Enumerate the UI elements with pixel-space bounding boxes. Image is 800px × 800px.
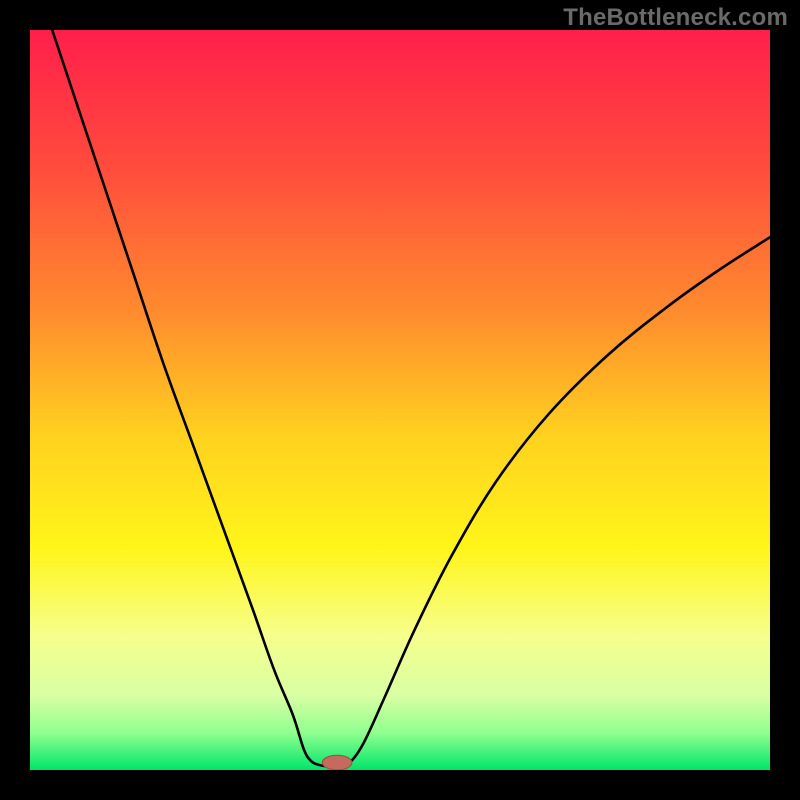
chart-svg: [30, 30, 770, 770]
plot-area: [30, 30, 770, 770]
minimum-marker: [322, 755, 352, 770]
watermark-text: TheBottleneck.com: [563, 4, 788, 32]
chart-frame: TheBottleneck.com: [0, 0, 800, 800]
